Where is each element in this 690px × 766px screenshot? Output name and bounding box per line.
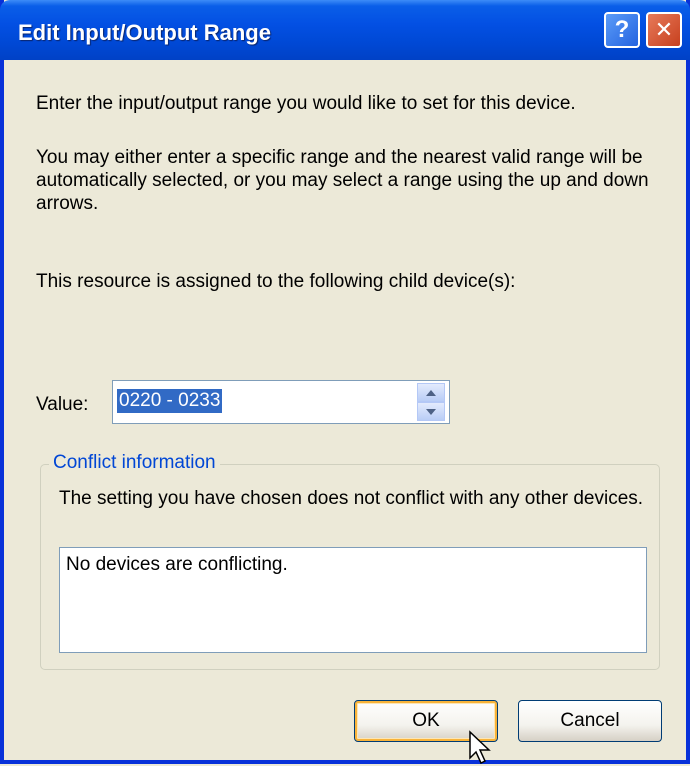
conflict-list[interactable]: No devices are conflicting.	[59, 547, 647, 653]
dialog-content: Enter the input/output range you would l…	[4, 60, 686, 765]
ok-label: OK	[412, 710, 440, 731]
assigned-text: This resource is assigned to the followi…	[36, 271, 516, 292]
title-bar[interactable]: Edit Input/Output Range ? ✕	[0, 0, 690, 60]
cancel-label: Cancel	[560, 710, 620, 731]
dialog-window: Edit Input/Output Range ? ✕ Enter the in…	[0, 0, 690, 765]
close-icon: ✕	[654, 17, 674, 43]
spin-down-button[interactable]	[417, 402, 445, 421]
conflict-description: The setting you have chosen does not con…	[59, 488, 644, 509]
spin-up-arrow-icon	[426, 389, 436, 396]
window-title: Edit Input/Output Range	[18, 20, 271, 45]
help-button[interactable]: ?	[604, 12, 640, 48]
instructions-text: You may either enter a specific range an…	[36, 147, 649, 214]
spin-down-arrow-icon	[426, 408, 436, 415]
spin-up-button[interactable]	[417, 383, 445, 402]
close-button[interactable]: ✕	[646, 12, 682, 48]
conflict-groupbox: Conflict information The setting you hav…	[40, 452, 660, 670]
value-spinbox[interactable]: 0220 - 0233	[112, 380, 450, 424]
cancel-button[interactable]: Cancel	[518, 700, 662, 742]
intro-text: Enter the input/output range you would l…	[36, 93, 576, 114]
conflict-group-title: Conflict information	[49, 452, 220, 474]
help-icon: ?	[614, 16, 630, 43]
value-field-text[interactable]: 0220 - 0233	[117, 389, 223, 413]
list-item: No devices are conflicting.	[66, 554, 288, 575]
value-label: Value:	[36, 394, 89, 415]
mouse-pointer-icon	[469, 730, 491, 765]
